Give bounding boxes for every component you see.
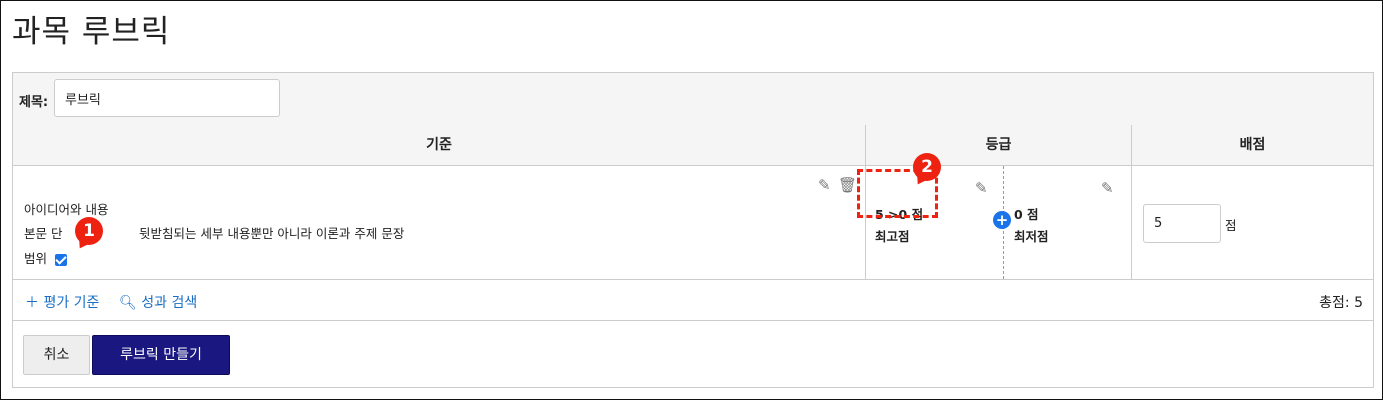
find-outcome-link[interactable]: 🔍︎ 성과 검색 (119, 292, 197, 312)
find-outcome-label: 성과 검색 (141, 295, 198, 311)
criterion-row: 아이디어와 내용 본문 단 뒷받침되는 세부 내용뿐만 아니라 이론과 주제 문… (13, 166, 1373, 280)
total-points: 총점: 5 (1319, 295, 1363, 311)
points-unit: 점 (1225, 218, 1237, 233)
title-label: 제목: (19, 95, 49, 110)
delete-criterion-icon[interactable]: 🗑 (838, 177, 857, 193)
edit-rating-icon[interactable]: ✎ (1101, 180, 1114, 196)
add-criterion-label: 평가 기준 (43, 295, 100, 311)
edit-rating-icon[interactable]: ✎ (975, 180, 988, 196)
points-header: 배점 (1239, 137, 1266, 153)
add-rating-icon[interactable]: + (993, 211, 1011, 229)
search-icon: 🔍︎ (119, 295, 142, 311)
rating-low-points: 0 점 (1014, 207, 1039, 222)
points-input[interactable] (1143, 204, 1221, 243)
criterion-description-start: 본문 단 (24, 226, 63, 241)
rubric-editor: 제목: 기준 등급 배점 아이디어와 내용 본문 단 뒷받침되는 세부 내용뿐만… (12, 72, 1374, 388)
range-label: 범위 (24, 251, 48, 266)
title-row: 제목: (13, 73, 1373, 126)
title-input[interactable] (54, 79, 280, 117)
range-checkbox[interactable] (55, 254, 67, 266)
page-title: 과목 루브릭 (12, 14, 171, 50)
rating-high-description: 최고점 (875, 229, 910, 244)
create-rubric-button[interactable]: 루브릭 만들기 (92, 335, 230, 375)
rating-low-description: 최저점 (1014, 229, 1049, 244)
ratings-header: 등급 (985, 137, 1012, 153)
criteria-header: 기준 (426, 137, 452, 153)
cancel-button[interactable]: 취소 (23, 335, 90, 375)
table-header: 기준 등급 배점 (13, 125, 1373, 166)
plus-icon: ＋ (25, 295, 44, 311)
rubric-footer: ＋ 평가 기준 🔍︎ 성과 검색 총점: 5 (13, 280, 1373, 321)
criterion-name: 아이디어와 내용 (24, 202, 109, 217)
add-criterion-link[interactable]: ＋ 평가 기준 (25, 292, 99, 312)
edit-criterion-icon[interactable]: ✎ (818, 177, 831, 193)
criterion-description-end: 뒷받침되는 세부 내용뿐만 아니라 이론과 주제 문장 (139, 226, 405, 241)
